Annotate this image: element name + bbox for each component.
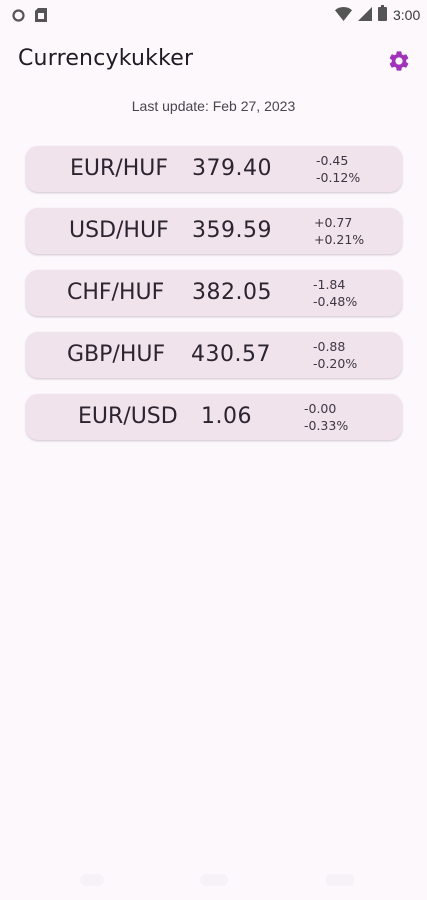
change-percent: -0.20% bbox=[313, 356, 358, 371]
gear-icon bbox=[387, 51, 411, 77]
exchange-rate: 379.40 bbox=[192, 156, 272, 181]
status-right-icons: 3:00 bbox=[335, 5, 421, 25]
change-percent: +0.21% bbox=[314, 232, 365, 247]
app-title: Currencykukker bbox=[18, 46, 194, 71]
exchange-rate: 382.05 bbox=[192, 280, 272, 305]
status-left-icons bbox=[12, 7, 47, 26]
system-nav-bar bbox=[0, 870, 427, 886]
signal-icon bbox=[358, 6, 372, 25]
rate-card-eur-usd[interactable]: EUR/USD 1.06 -0.00 -0.33% bbox=[26, 394, 402, 440]
change-absolute: +0.77 bbox=[314, 215, 353, 230]
currency-pair: GBP/HUF bbox=[67, 342, 166, 367]
rate-card-gbp-huf[interactable]: GBP/HUF 430.57 -0.88 -0.20% bbox=[26, 332, 402, 378]
exchange-rate: 359.59 bbox=[192, 218, 272, 243]
change-box: -0.00 -0.33% bbox=[304, 400, 348, 434]
status-time: 3:00 bbox=[393, 7, 421, 23]
change-absolute: -0.88 bbox=[313, 339, 346, 354]
status-bar: 3:00 bbox=[0, 0, 427, 30]
currency-pair: USD/HUF bbox=[69, 218, 169, 243]
exchange-rate: 430.57 bbox=[191, 342, 271, 367]
currency-pair: EUR/HUF bbox=[70, 156, 169, 181]
change-box: -0.88 -0.20% bbox=[313, 338, 357, 372]
change-box: +0.77 +0.21% bbox=[314, 214, 364, 248]
change-box: -1.84 -0.48% bbox=[313, 276, 357, 310]
sim-card-icon bbox=[35, 7, 47, 26]
change-absolute: -1.84 bbox=[313, 277, 346, 292]
currency-pair: EUR/USD bbox=[78, 404, 178, 429]
rate-list: EUR/HUF 379.40 -0.45 -0.12% USD/HUF 359.… bbox=[26, 146, 402, 456]
change-box: -0.45 -0.12% bbox=[316, 152, 360, 186]
nav-recents-hint[interactable] bbox=[326, 874, 354, 886]
rate-card-usd-huf[interactable]: USD/HUF 359.59 +0.77 +0.21% bbox=[26, 208, 402, 254]
change-absolute: -0.45 bbox=[316, 153, 349, 168]
settings-button[interactable] bbox=[387, 49, 411, 73]
last-update-text: Last update: Feb 27, 2023 bbox=[131, 98, 296, 114]
change-percent: -0.48% bbox=[313, 294, 358, 309]
nav-home-hint[interactable] bbox=[200, 874, 228, 886]
exchange-rate: 1.06 bbox=[201, 404, 252, 429]
currency-pair: CHF/HUF bbox=[67, 280, 165, 305]
nav-back-hint[interactable] bbox=[80, 874, 104, 886]
change-percent: -0.33% bbox=[304, 418, 349, 433]
change-percent: -0.12% bbox=[316, 170, 361, 185]
battery-icon bbox=[378, 5, 387, 25]
circle-icon bbox=[12, 7, 25, 26]
wifi-icon bbox=[335, 6, 352, 25]
rate-card-eur-huf[interactable]: EUR/HUF 379.40 -0.45 -0.12% bbox=[26, 146, 402, 192]
rate-card-chf-huf[interactable]: CHF/HUF 382.05 -1.84 -0.48% bbox=[26, 270, 402, 316]
change-absolute: -0.00 bbox=[304, 401, 337, 416]
